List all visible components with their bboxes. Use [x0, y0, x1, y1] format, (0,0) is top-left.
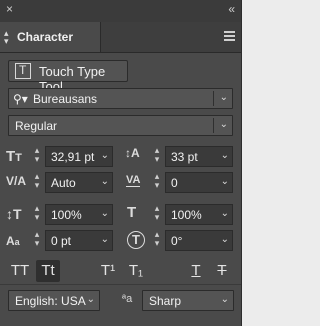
panel-menu-icon[interactable]: [224, 31, 235, 43]
vertical-scale-field[interactable]: 100% ⌄: [45, 204, 113, 225]
anti-aliasing-icon: ªa: [122, 293, 133, 305]
font-size-stepper[interactable]: ▴ ▾: [31, 146, 43, 166]
close-panel-icon[interactable]: ×: [6, 2, 13, 16]
tab-character-label: Character: [17, 30, 74, 44]
horizontal-scale-icon: T: [127, 204, 137, 221]
all-caps-button[interactable]: TT: [8, 260, 32, 282]
leading-field[interactable]: 33 pt ⌄: [165, 146, 233, 167]
chevron-down-icon: ⌄: [220, 176, 229, 187]
touch-type-tool-button[interactable]: Touch Type Tool: [8, 60, 128, 94]
chevron-down-icon: ⌄: [100, 150, 109, 161]
rotation-value: 0°: [171, 234, 183, 248]
chevron-down-icon: ⌄: [100, 176, 109, 187]
anti-aliasing-dropdown[interactable]: Sharp ⌄: [142, 290, 234, 311]
panel-top-strip: × «: [0, 0, 241, 23]
font-size-field[interactable]: 32,91 pt ⌄: [45, 146, 113, 167]
kerning-value: Auto: [51, 176, 76, 190]
leading-icon: ↕A: [125, 146, 140, 160]
language-value: English: USA: [15, 294, 86, 308]
sort-arrows-icon: ▴ ▾: [4, 28, 9, 46]
leading-value: 33 pt: [171, 150, 198, 164]
tab-character[interactable]: ▴ ▾ Character: [0, 22, 101, 52]
small-caps-button[interactable]: Tt: [36, 260, 60, 282]
chevron-down-icon: ⌄: [219, 119, 228, 130]
baseline-shift-value: 0 pt: [51, 234, 72, 248]
chevron-down-icon: ⌄: [220, 294, 229, 305]
tracking-icon: VA: [126, 174, 141, 187]
baseline-shift-icon: Aa: [6, 234, 20, 248]
font-size-icon: TT: [6, 148, 22, 165]
rotation-field[interactable]: 0° ⌄: [165, 230, 233, 251]
font-style-dropdown[interactable]: Regular ⌄: [8, 115, 233, 136]
search-icon: ⚲▾: [13, 92, 28, 106]
character-panel: × « ▴▾ Character Touch Type Tool ⚲▾ Bure…: [0, 0, 242, 326]
font-style-value: Regular: [15, 119, 58, 133]
horizontal-scale-stepper[interactable]: ▴ ▾: [151, 204, 163, 224]
vertical-scale-icon: ↕T: [6, 206, 22, 222]
type-style-row: TT Tt T¹ T₁ T T: [0, 260, 241, 282]
baseline-shift-field[interactable]: 0 pt ⌄: [45, 230, 113, 251]
leading-stepper[interactable]: ▴ ▾: [151, 146, 163, 166]
collapse-panel-icon[interactable]: «: [228, 2, 235, 16]
horizontal-scale-value: 100%: [171, 208, 202, 222]
kerning-icon: V/A: [6, 174, 27, 188]
baseline-shift-stepper[interactable]: ▴ ▾: [31, 230, 43, 250]
kerning-stepper[interactable]: ▴ ▾: [31, 172, 43, 192]
panel-divider: [0, 284, 241, 285]
rotation-stepper[interactable]: ▴ ▾: [151, 230, 163, 250]
tracking-value: 0: [171, 176, 178, 190]
kerning-field[interactable]: Auto ⌄: [45, 172, 113, 193]
panel-tab-bar: ▴ ▾ Character: [0, 22, 241, 53]
chevron-down-icon: ⌄: [220, 208, 229, 219]
dropdown-separator: [213, 91, 214, 106]
chevron-down-icon: ⌄: [100, 234, 109, 245]
tracking-stepper[interactable]: ▴ ▾: [151, 172, 163, 192]
tracking-field[interactable]: 0 ⌄: [165, 172, 233, 193]
rotation-icon: T: [127, 231, 145, 249]
superscript-button[interactable]: T¹: [96, 260, 120, 282]
horizontal-scale-field[interactable]: 100% ⌄: [165, 204, 233, 225]
font-family-dropdown[interactable]: ⚲▾ Bureausans ⌄: [8, 88, 233, 109]
vertical-scale-stepper[interactable]: ▴ ▾: [31, 204, 43, 224]
vertical-scale-value: 100%: [51, 208, 82, 222]
chevron-down-icon: ⌄: [219, 92, 228, 103]
chevron-down-icon: ⌄: [220, 234, 229, 245]
anti-aliasing-value: Sharp: [149, 294, 182, 308]
underline-button[interactable]: T: [184, 260, 208, 282]
chevron-down-icon: ⌄: [100, 208, 109, 219]
dropdown-separator: [213, 118, 214, 133]
font-size-value: 32,91 pt: [51, 150, 95, 164]
language-dropdown[interactable]: English: USA ⌄: [8, 290, 100, 311]
subscript-button[interactable]: T₁: [124, 260, 148, 282]
font-family-value: Bureausans: [33, 92, 98, 106]
touch-type-icon: [15, 63, 31, 79]
strikethrough-button[interactable]: T: [210, 260, 234, 282]
chevron-down-icon: ⌄: [86, 294, 95, 305]
chevron-down-icon: ⌄: [220, 150, 229, 161]
